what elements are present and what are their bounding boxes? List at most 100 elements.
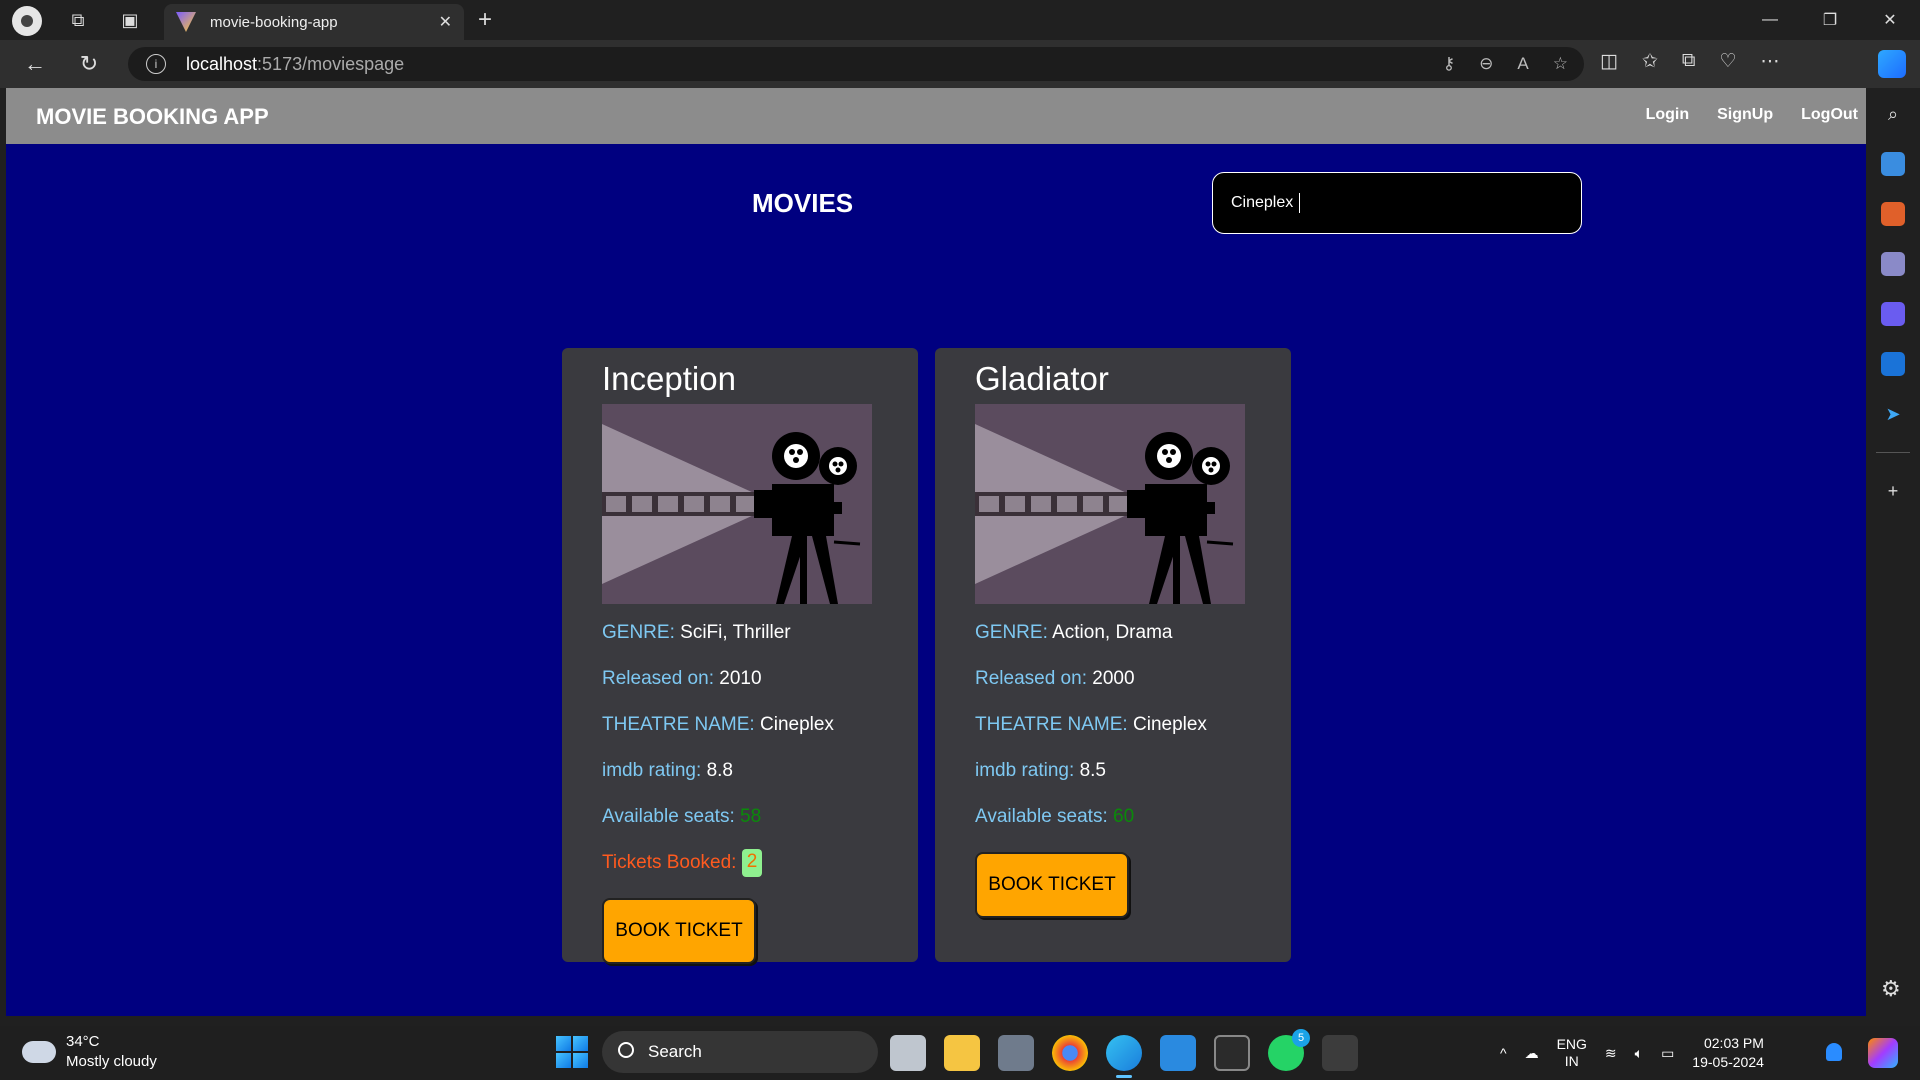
m365-icon[interactable] <box>1881 302 1905 326</box>
app-navbar: MOVIE BOOKING APP Login SignUp LogOut <box>6 88 1866 144</box>
browser-tab-bar: ⧉ ▣ movie-booking-app ✕ + — ❐ ✕ <box>0 0 1920 40</box>
app-brand[interactable]: MOVIE BOOKING APP <box>36 104 269 130</box>
rating-row: imdb rating: 8.5 <box>975 748 1251 794</box>
wifi-icon[interactable]: ≋ <box>1605 1045 1617 1062</box>
windows-start-icon[interactable] <box>556 1036 588 1068</box>
search-icon <box>618 1042 634 1058</box>
url-path: :5173/moviespage <box>257 53 405 74</box>
rating-label: imdb rating: <box>602 760 702 781</box>
split-screen-icon[interactable]: ◫ <box>1600 50 1618 73</box>
collections-icon[interactable]: ⧉ <box>1682 50 1696 73</box>
taskbar-search[interactable]: Search <box>602 1031 878 1073</box>
terminal-window-icon[interactable] <box>1214 1035 1250 1071</box>
theatre-value: Cineplex <box>1133 714 1207 735</box>
tab-actions-icon[interactable]: ▣ <box>116 6 144 34</box>
whatsapp-icon[interactable]: 5 <box>1268 1029 1310 1071</box>
edge-icon[interactable] <box>1106 1035 1142 1078</box>
minimize-icon[interactable]: — <box>1740 0 1800 40</box>
zoom-icon[interactable]: ⊖ <box>1479 54 1493 74</box>
theatre-row: THEATRE NAME: Cineplex <box>602 702 878 748</box>
address-bar[interactable]: i localhost :5173/moviespage ⚷ ⊖ A ☆ <box>128 47 1584 81</box>
genre-value: SciFi, Thriller <box>680 622 791 643</box>
movie-camera-poster <box>602 404 872 604</box>
lang-primary: ENG <box>1556 1036 1587 1052</box>
favorites-icon[interactable]: ✩ <box>1642 50 1658 73</box>
games-icon[interactable] <box>1881 252 1905 276</box>
released-value: 2000 <box>1092 668 1135 689</box>
nav-login-link[interactable]: Login <box>1646 106 1690 124</box>
sidebar-divider <box>1876 452 1910 453</box>
back-icon[interactable]: ← <box>20 50 50 78</box>
booked-row: Tickets Booked: 2 <box>602 840 878 886</box>
send-icon[interactable]: ➤ <box>1881 402 1905 426</box>
seats-value: 60 <box>1113 806 1135 827</box>
book-ticket-button[interactable]: BOOK TICKET <box>975 852 1129 918</box>
settings-app-icon[interactable] <box>998 1035 1034 1071</box>
site-info-icon[interactable]: i <box>146 54 166 74</box>
outlook-icon[interactable] <box>1881 352 1905 376</box>
onedrive-icon[interactable]: ☁ <box>1525 1045 1539 1062</box>
tools-icon[interactable] <box>1881 202 1905 226</box>
clock[interactable]: 02:03 PM 19-05-2024 <box>1692 1034 1764 1072</box>
weather-widget[interactable]: 34°C Mostly cloudy <box>18 1032 157 1072</box>
sidebar-add-icon[interactable]: + <box>1881 479 1905 503</box>
favorite-star-icon[interactable]: ☆ <box>1553 54 1568 74</box>
genre-row: GENRE: Action, Drama <box>975 610 1251 656</box>
rating-value: 8.5 <box>1079 760 1106 781</box>
copilot-icon[interactable] <box>1878 50 1906 78</box>
movie-card: Gladiator GENRE: Action, Drama Released … <box>935 348 1291 962</box>
read-aloud-icon[interactable]: A <box>1517 54 1528 74</box>
battery-icon[interactable]: ▭ <box>1661 1045 1674 1062</box>
tab-movie-booking-app[interactable]: movie-booking-app ✕ <box>164 4 464 40</box>
profile-icon[interactable] <box>12 6 42 36</box>
sidebar-search-icon[interactable]: ⌕ <box>1881 102 1905 126</box>
released-value: 2010 <box>719 668 762 689</box>
nav-logout-link[interactable]: LogOut <box>1801 106 1858 124</box>
key-icon[interactable]: ⚷ <box>1443 54 1455 74</box>
restore-icon[interactable]: ❐ <box>1800 0 1860 40</box>
genre-label: GENRE: <box>975 622 1048 643</box>
close-window-icon[interactable]: ✕ <box>1860 0 1920 40</box>
more-menu-icon[interactable]: ⋯ <box>1761 50 1780 73</box>
chevron-up-icon[interactable]: ^ <box>1500 1045 1507 1061</box>
search-value: Cineplex <box>1231 194 1294 211</box>
seats-row: Available seats: 58 <box>602 794 878 840</box>
seats-value: 58 <box>740 806 762 827</box>
edge-sidebar: ⌕ ➤ + ⚙ <box>1866 88 1920 1016</box>
address-toolbar: ← ↻ i localhost :5173/moviespage ⚷ ⊖ A ☆… <box>0 40 1920 88</box>
volume-icon[interactable]: 🔈︎ <box>1635 1045 1643 1062</box>
book-ticket-button[interactable]: BOOK TICKET <box>602 898 756 964</box>
copilot-taskbar-icon[interactable] <box>1868 1038 1898 1068</box>
text-caret <box>1299 193 1301 213</box>
tab-title: movie-booking-app <box>210 13 338 31</box>
new-tab-icon[interactable]: + <box>478 6 492 34</box>
whatsapp-badge: 5 <box>1292 1029 1310 1047</box>
windows-taskbar: 34°C Mostly cloudy Search 5 ^ ☁ ENG IN ≋… <box>0 1026 1920 1080</box>
command-prompt-icon[interactable] <box>1322 1035 1358 1071</box>
released-label: Released on: <box>602 668 714 689</box>
file-explorer-icon[interactable] <box>944 1035 980 1071</box>
chrome-icon[interactable] <box>1052 1035 1088 1071</box>
shopping-tag-icon[interactable] <box>1881 152 1905 176</box>
language-indicator[interactable]: ENG IN <box>1557 1036 1587 1070</box>
search-input[interactable]: Cineplex <box>1212 172 1582 234</box>
task-view-icon[interactable] <box>890 1035 926 1071</box>
theatre-value: Cineplex <box>760 714 834 735</box>
close-tab-icon[interactable]: ✕ <box>439 12 452 32</box>
workspaces-icon[interactable]: ⧉ <box>64 6 92 34</box>
page-viewport: MOVIE BOOKING APP Login SignUp LogOut MO… <box>6 88 1866 1016</box>
genre-value: Action, Drama <box>1052 622 1173 643</box>
released-row: Released on: 2010 <box>602 656 878 702</box>
cloudy-weather-icon <box>18 1033 56 1063</box>
clock-time: 02:03 PM <box>1703 1035 1764 1051</box>
browser-essentials-icon[interactable]: ♡ <box>1719 50 1736 73</box>
theatre-label: THEATRE NAME: <box>975 714 1128 735</box>
taskbar-search-label: Search <box>648 1042 702 1061</box>
address-bar-actions: ⚷ ⊖ A ☆ <box>1443 47 1568 81</box>
notification-bell-icon[interactable] <box>1826 1043 1842 1061</box>
refresh-icon[interactable]: ↻ <box>74 50 104 78</box>
vscode-icon[interactable] <box>1160 1035 1196 1071</box>
film-camera-icon <box>602 404 872 604</box>
sidebar-settings-icon[interactable]: ⚙ <box>1881 976 1901 1002</box>
nav-signup-link[interactable]: SignUp <box>1717 106 1773 124</box>
